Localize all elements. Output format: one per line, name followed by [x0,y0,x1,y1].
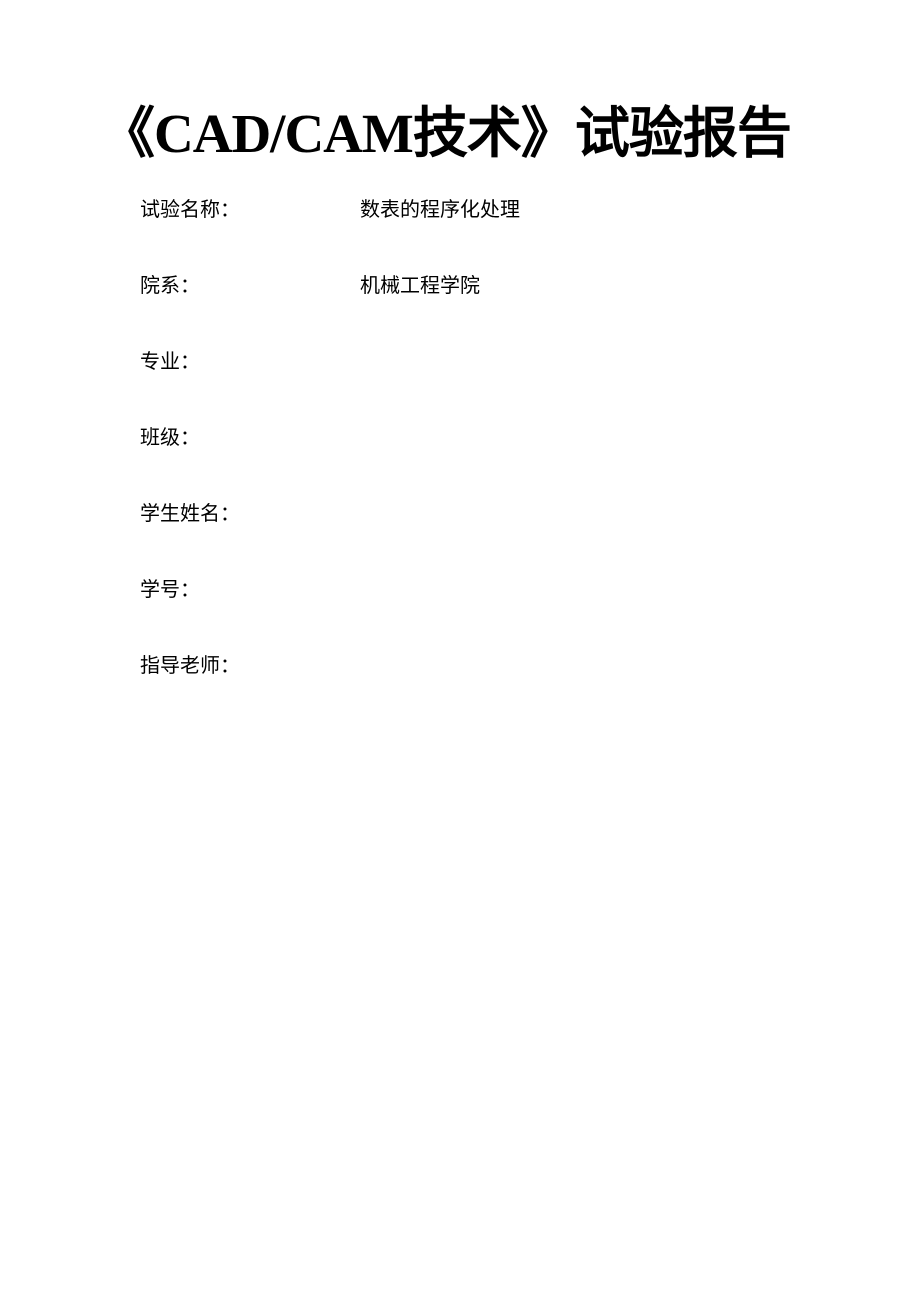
title-cn: 技术》试验报告 [413,103,791,164]
field-label-student-name: 学生姓名： [140,500,350,528]
field-row: 试验名称： 数表的程序化处理 [140,196,820,224]
document-page: 《CAD/CAM技术》试验报告 试验名称： 数表的程序化处理 院系： 机械工程学… [0,0,920,680]
title-prefix: 《 [100,103,154,164]
field-label-class: 班级： [140,424,350,452]
field-value-department: 机械工程学院 [350,272,480,300]
field-label-experiment-name: 试验名称： [140,196,350,224]
cover-fields: 试验名称： 数表的程序化处理 院系： 机械工程学院 专业： 班级： 学生姓名： … [100,196,820,680]
field-value-experiment-name: 数表的程序化处理 [350,196,520,224]
field-row: 专业： [140,348,820,376]
field-label-department: 院系： [140,272,350,300]
field-row: 院系： 机械工程学院 [140,272,820,300]
field-label-instructor: 指导老师： [140,652,350,680]
title-latin: CAD/CAM [154,103,413,164]
document-title: 《CAD/CAM技术》试验报告 [100,88,820,168]
field-label-major: 专业： [140,348,350,376]
field-row: 班级： [140,424,820,452]
field-row: 学号： [140,576,820,604]
field-label-student-id: 学号： [140,576,350,604]
field-row: 指导老师： [140,652,820,680]
field-row: 学生姓名： [140,500,820,528]
